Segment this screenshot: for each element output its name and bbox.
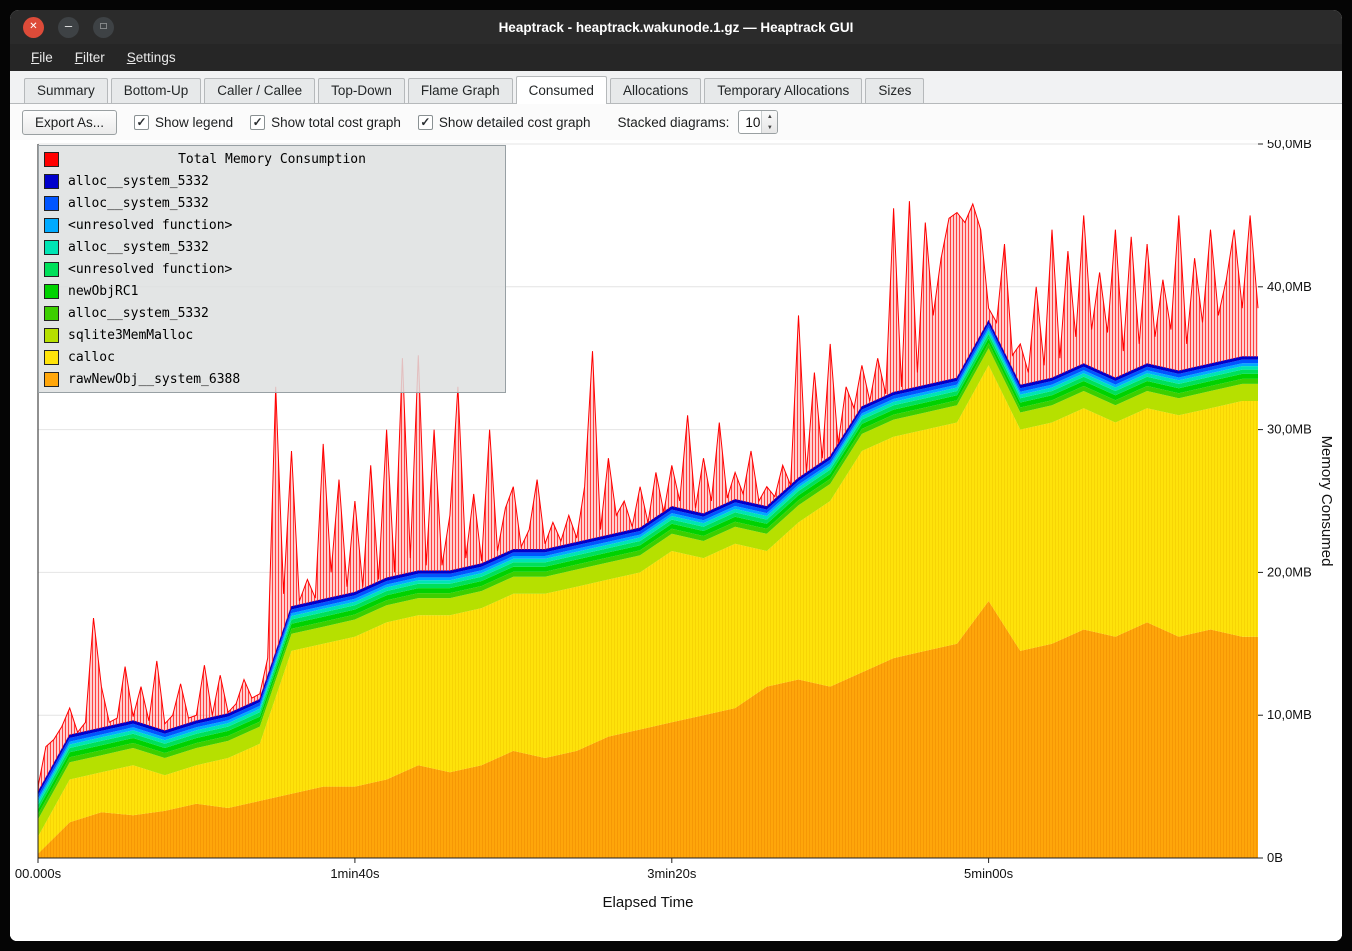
legend-swatch [44,196,59,211]
legend-label: alloc__system_5332 [68,240,209,255]
spinner-down-icon[interactable] [762,122,777,133]
legend-item: alloc__system_5332 [41,192,503,214]
legend-item: sqlite3MemMalloc [41,324,503,346]
x-tick-label: 00.000s [15,866,62,881]
toolbar: Export As... Show legend Show total cost… [10,104,1342,140]
legend-item: calloc [41,346,503,368]
x-tick-label: 1min40s [330,866,380,881]
y-tick-label: 0B [1267,850,1283,865]
y-axis-title: Memory Consumed [1318,436,1335,567]
checkbox-show-total-cost-graph[interactable]: Show total cost graph [250,115,401,130]
checkbox-show-legend-label: Show legend [155,115,233,130]
y-tick-label: 40,0MB [1267,279,1312,294]
tab-summary[interactable]: Summary [24,78,108,103]
legend-label: <unresolved function> [68,262,232,277]
titlebar: Heaptrack - heaptrack.wakunode.1.gz — He… [10,10,1342,44]
tab-flame-graph[interactable]: Flame Graph [408,78,513,103]
checkbox-show-legend[interactable]: Show legend [134,115,233,130]
legend-swatch [44,328,59,343]
legend-item: alloc__system_5332 [41,170,503,192]
export-as-button[interactable]: Export As... [22,110,117,135]
checkbox-show-detailed-cost-graph[interactable]: Show detailed cost graph [418,115,591,130]
legend-swatch [44,262,59,277]
tab-bar: Summary Bottom-Up Caller / Callee Top-Do… [10,71,1342,104]
y-tick-label: 30,0MB [1267,422,1312,437]
legend-swatch [44,284,59,299]
legend-swatch [44,240,59,255]
legend-swatch [44,218,59,233]
maximize-button[interactable] [93,17,114,38]
legend-title-row: Total Memory Consumption [41,148,503,170]
spinner-buttons [761,111,777,133]
checkbox-show-detailed-cost-graph-box[interactable] [418,115,433,130]
tab-temporary-allocations[interactable]: Temporary Allocations [704,78,862,103]
stacked-diagrams-value: 10 [739,111,761,133]
menu-file[interactable]: File [20,46,64,69]
tab-bottom-up[interactable]: Bottom-Up [111,78,202,103]
memory-consumption-chart: 00.000s 1min40s 3min20s 5min00s 0B 10,0MB 20,0… [10,140,1342,941]
legend-label: newObjRC1 [68,284,138,299]
tab-caller-callee[interactable]: Caller / Callee [204,78,315,103]
legend-label: <unresolved function> [68,218,232,233]
legend-swatch [44,174,59,189]
minimize-button[interactable] [58,17,79,38]
chart-legend: Total Memory Consumption alloc__system_53… [38,145,506,393]
heaptrack-window: Heaptrack - heaptrack.wakunode.1.gz — He… [10,10,1342,941]
legend-label: alloc__system_5332 [68,174,209,189]
checkbox-show-legend-box[interactable] [134,115,149,130]
window-controls [10,17,114,38]
legend-item: rawNewObj__system_6388 [41,368,503,390]
main-area: Summary Bottom-Up Caller / Callee Top-Do… [10,71,1342,941]
x-tick-label: 3min20s [647,866,697,881]
legend-item: <unresolved function> [41,214,503,236]
legend-swatch [44,152,59,167]
tab-top-down[interactable]: Top-Down [318,78,405,103]
checkbox-show-total-cost-graph-box[interactable] [250,115,265,130]
stacked-diagrams-label: Stacked diagrams: [618,115,730,130]
spinner-up-icon[interactable] [762,111,777,122]
tab-consumed[interactable]: Consumed [516,76,607,104]
menubar: File Filter Settings [10,44,1342,71]
legend-label: alloc__system_5332 [68,306,209,321]
tab-sizes[interactable]: Sizes [865,78,924,103]
legend-label: sqlite3MemMalloc [68,328,193,343]
legend-swatch [44,350,59,365]
checkbox-show-total-cost-graph-label: Show total cost graph [271,115,401,130]
legend-item: newObjRC1 [41,280,503,302]
legend-swatch [44,306,59,321]
stacked-diagrams-spinner[interactable]: 10 [738,110,778,134]
checkbox-show-detailed-cost-graph-label: Show detailed cost graph [439,115,591,130]
legend-label: rawNewObj__system_6388 [68,372,240,387]
close-button[interactable] [23,17,44,38]
legend-item: alloc__system_5332 [41,236,503,258]
legend-swatch [44,372,59,387]
y-tick-label: 20,0MB [1267,564,1312,579]
menu-settings[interactable]: Settings [116,46,187,69]
y-tick-label: 50,0MB [1267,140,1312,151]
legend-item: <unresolved function> [41,258,503,280]
x-tick-label: 5min00s [964,866,1014,881]
legend-label: Total Memory Consumption [68,152,476,167]
legend-label: calloc [68,350,115,365]
tab-allocations[interactable]: Allocations [610,78,701,103]
legend-label: alloc__system_5332 [68,196,209,211]
x-axis-title: Elapsed Time [603,894,694,911]
y-tick-label: 10,0MB [1267,707,1312,722]
menu-filter[interactable]: Filter [64,46,116,69]
window-title: Heaptrack - heaptrack.wakunode.1.gz — He… [10,20,1342,35]
legend-item: alloc__system_5332 [41,302,503,324]
